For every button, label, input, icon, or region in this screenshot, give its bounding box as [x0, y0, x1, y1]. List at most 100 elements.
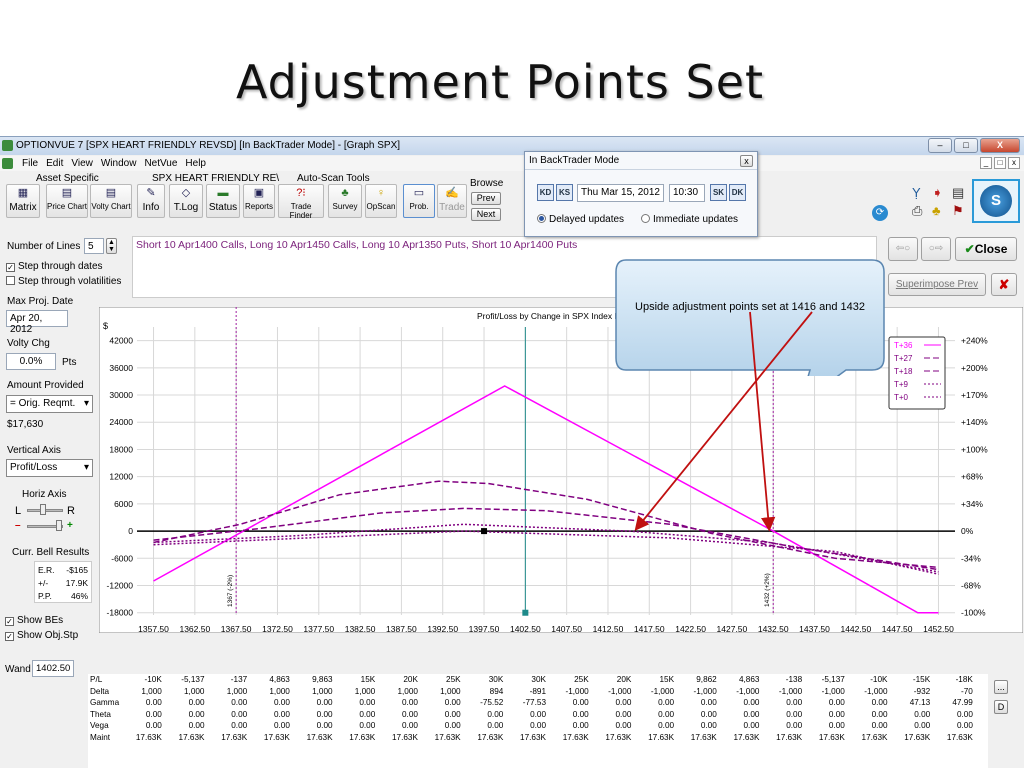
- immediate-radio[interactable]: Immediate updates: [641, 214, 738, 225]
- alarm-icon[interactable]: ♣: [932, 203, 941, 218]
- table-cell: 17.63K: [648, 732, 675, 742]
- table-cell: 0.00: [530, 709, 546, 719]
- wand-label: Wand: [5, 664, 31, 675]
- d-button[interactable]: D: [994, 700, 1008, 714]
- max-proj-input[interactable]: Apr 20, 2012: [6, 310, 68, 335]
- menu-window[interactable]: Window: [101, 158, 137, 169]
- mdi-close-button[interactable]: x: [1008, 157, 1020, 169]
- bell-results-box: E.R. -$165 +/- 17.9K P.P. 46%: [34, 561, 92, 603]
- table-cell: 0.00: [359, 721, 376, 731]
- haxis-slider-thumb[interactable]: [40, 504, 46, 515]
- menu-view[interactable]: View: [71, 158, 93, 169]
- table-cell: -75.52: [480, 698, 504, 708]
- mdi-minimize-button[interactable]: _: [980, 157, 992, 169]
- menu-netvue[interactable]: NetVue: [144, 158, 177, 169]
- date-field[interactable]: Thu Mar 15, 2012: [577, 184, 664, 202]
- y-right-label: +68%: [961, 472, 983, 482]
- group-spx-label: SPX HEART FRIENDLY RE\: [152, 173, 280, 184]
- table-cell: 0.00: [231, 698, 248, 708]
- maximize-button[interactable]: □: [954, 138, 978, 153]
- zoom-minus[interactable]: –: [15, 520, 21, 531]
- info-button[interactable]: ✎ Info: [137, 184, 165, 218]
- mdi-restore-button[interactable]: □: [994, 157, 1006, 169]
- print-icon[interactable]: ⎙: [912, 203, 922, 219]
- table-cell: 0.00: [273, 698, 290, 708]
- trade-finder-button[interactable]: ?⁝ Trade Finder: [278, 184, 324, 220]
- prev-button[interactable]: Prev: [471, 192, 501, 205]
- vaxis-select[interactable]: Profit/Loss ▾: [6, 459, 93, 477]
- checkbox-checked-icon: ✓: [5, 617, 14, 626]
- opscan-button[interactable]: ♀ OpScan: [365, 184, 397, 218]
- menu-help[interactable]: Help: [185, 158, 206, 169]
- table-cell: -137: [230, 675, 248, 685]
- step-vols-checkbox[interactable]: Step through volatilities: [6, 276, 121, 287]
- table-cell: -10K: [144, 675, 162, 685]
- table-cell: 17.63K: [477, 732, 504, 742]
- table-cell: 0.00: [572, 709, 589, 719]
- next-button[interactable]: Next: [471, 208, 501, 221]
- show-bes-checkbox[interactable]: ✓ Show BEs: [5, 615, 63, 626]
- next-day-button[interactable]: DK: [729, 184, 746, 201]
- num-lines-input[interactable]: 5: [84, 238, 104, 254]
- exit-icon[interactable]: ➧: [932, 185, 943, 201]
- notes-icon[interactable]: ▤: [952, 185, 964, 201]
- legend-label: T+9: [894, 380, 909, 389]
- more-button[interactable]: ...: [994, 680, 1008, 694]
- checkbox-icon: [6, 276, 15, 285]
- close-window-button[interactable]: X: [980, 138, 1020, 153]
- step-dates-checkbox[interactable]: ✓ Step through dates: [6, 261, 103, 272]
- table-cell: 0.00: [700, 698, 717, 708]
- vaxis-label: Vertical Axis: [7, 445, 61, 456]
- table-cell: 0.00: [743, 698, 760, 708]
- close-button[interactable]: ✔Close: [955, 237, 1017, 261]
- table-cell: 0.00: [828, 698, 845, 708]
- amount-select[interactable]: = Orig. Reqmt. ▾: [6, 395, 93, 413]
- table-cell: 17.63K: [520, 732, 546, 742]
- table-cell: 0.00: [444, 721, 461, 731]
- time-field[interactable]: 10:30: [669, 184, 705, 202]
- first-session-button[interactable]: KS: [556, 184, 573, 201]
- minimize-button[interactable]: –: [928, 138, 952, 153]
- forward-arrow-button[interactable]: ○⇨: [921, 237, 951, 261]
- menu-edit[interactable]: Edit: [46, 158, 63, 169]
- table-cell: 17.63K: [306, 732, 333, 742]
- table-cell: 0.00: [487, 721, 504, 731]
- zoom-slider-thumb[interactable]: [56, 520, 62, 531]
- survey-button[interactable]: ♣ Survey: [328, 184, 362, 218]
- num-lines-spinner[interactable]: ▲ ▼: [106, 238, 117, 254]
- app-icon: [2, 140, 13, 151]
- delete-icon[interactable]: ✘: [991, 273, 1017, 296]
- tool-icon-1[interactable]: Ỵ: [912, 185, 921, 200]
- menu-file[interactable]: File: [22, 158, 38, 169]
- prob-button[interactable]: ▭ Prob.: [403, 184, 435, 218]
- stop-icon[interactable]: ⚑: [952, 203, 964, 219]
- price-chart-button[interactable]: ▤ Price Chart: [46, 184, 88, 218]
- window-title: OPTIONVUE 7 [SPX HEART FRIENDLY REVSD] […: [16, 140, 401, 151]
- refresh-icon[interactable]: ⟳: [872, 205, 888, 221]
- back-arrow-button[interactable]: ⇦○: [888, 237, 918, 261]
- tlog-button[interactable]: ◇ T.Log: [169, 184, 203, 218]
- superimpose-button[interactable]: Superimpose Prev: [888, 273, 986, 296]
- volty-input[interactable]: 0.0%: [6, 353, 56, 370]
- delayed-radio[interactable]: Delayed updates: [537, 214, 624, 225]
- reports-button[interactable]: ▣ Reports: [243, 184, 275, 218]
- zoom-plus[interactable]: +: [67, 520, 73, 531]
- show-obj-checkbox[interactable]: ✓ Show Obj.Stp: [5, 630, 78, 641]
- reports-icon: ▣: [253, 187, 265, 199]
- table-cell: 17.63K: [605, 732, 632, 742]
- y-right-label: +34%: [961, 499, 983, 509]
- trade-button[interactable]: ✍ Trade: [437, 184, 467, 218]
- callout-bubble: [615, 259, 885, 376]
- table-cell: 1,000: [354, 686, 376, 696]
- volty-chart-button[interactable]: ▤ Volty Chart: [90, 184, 132, 218]
- next-session-button[interactable]: SK: [710, 184, 727, 201]
- table-cell: 0.00: [231, 709, 248, 719]
- matrix-button[interactable]: ▦ Matrix: [6, 184, 40, 218]
- popup-close-icon[interactable]: x: [740, 155, 753, 167]
- table-cell: 17.63K: [733, 732, 760, 742]
- first-day-button[interactable]: KD: [537, 184, 554, 201]
- status-button[interactable]: ▬ Status: [206, 184, 240, 218]
- wand-input[interactable]: 1402.50: [32, 660, 74, 677]
- table-cell: 1,000: [440, 686, 461, 696]
- y-tick-label: 0: [128, 526, 133, 536]
